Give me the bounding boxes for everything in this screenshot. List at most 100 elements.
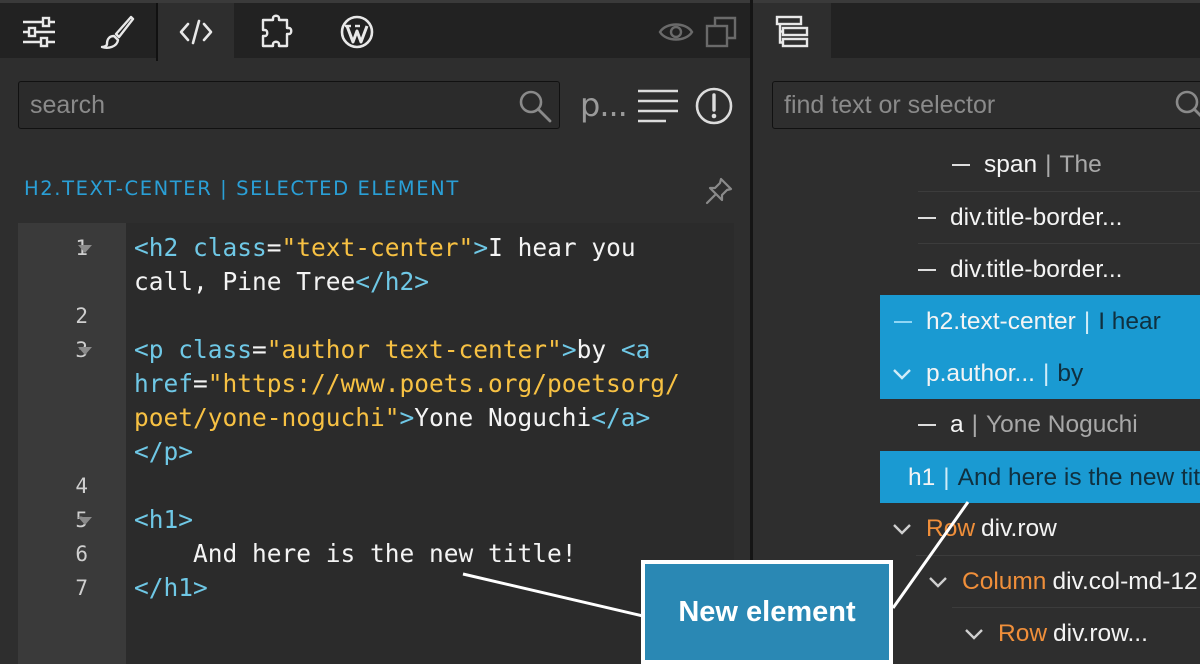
wordpress-icon [340, 15, 374, 49]
tab-settings[interactable] [0, 3, 78, 61]
tree-node-label: Row [998, 619, 1048, 647]
code-line: <p class="author text-center">by <a [134, 333, 650, 367]
annotation-callout: New element [641, 560, 893, 664]
line-number: 4 [75, 474, 88, 498]
code-editor[interactable]: 1 2 3 4 5 6 7 <h2 class="text-center">I … [18, 223, 734, 664]
code-line: poet/yone-noguchi">Yone Noguchi</a> [134, 401, 650, 435]
code-token: > [473, 233, 489, 262]
callout-text: New element [678, 595, 856, 628]
selected-element-label: H2.TEXT-CENTER | SELECTED ELEMENT [24, 177, 460, 200]
code-token: </a> [591, 403, 651, 432]
tree-node-selector: div.col-md-12 [1052, 567, 1198, 595]
code-token: class [178, 335, 253, 364]
code-token: = [193, 369, 208, 398]
tree-node-selector: a [950, 411, 964, 438]
right-toolbar [753, 0, 1200, 61]
chevron-down-icon[interactable] [964, 624, 984, 644]
separator: | [1083, 307, 1091, 335]
separator: | [1042, 359, 1050, 387]
tree-node-text: by [1057, 359, 1084, 387]
tree-node-selector: span [984, 151, 1038, 178]
code-token: </h1> [134, 573, 208, 602]
duplicate-button[interactable] [692, 3, 750, 61]
code-token: </h2> [355, 267, 430, 296]
fold-arrow-icon[interactable] [78, 245, 92, 253]
code-panel: p... H2.TEXT-CENTER | SELECTED ELEMENT 1… [0, 0, 750, 664]
tree-node[interactable]: Row div.row [880, 503, 1200, 555]
dash-icon [918, 268, 936, 271]
code-line: <h1> [134, 503, 193, 537]
line-number: 7 [75, 576, 88, 600]
code-token: </p> [134, 437, 194, 466]
search-icon[interactable] [517, 88, 553, 124]
paragraph-label: p... [580, 86, 628, 124]
tree-node-selected[interactable]: h2.text-center | I hear [880, 295, 1200, 347]
lines-icon[interactable] [636, 86, 680, 126]
tree-node-text: Yone Noguchi [986, 411, 1138, 438]
tree-node-text: And here is the new title! [957, 463, 1200, 491]
tree-node[interactable]: div.title-border... [918, 243, 1200, 295]
tree-node-selector: div.row [981, 515, 1057, 542]
code-icon [179, 19, 213, 45]
search-icon[interactable] [1173, 88, 1200, 124]
pin-icon[interactable] [704, 176, 734, 206]
tree-node[interactable]: a | Yone Noguchi [918, 399, 1200, 451]
find-box [772, 81, 1200, 129]
tree-node-text: I hear [1098, 307, 1161, 335]
tree-node-selector: h2.text-center [926, 307, 1076, 335]
tree-node[interactable]: div.title-border... [918, 191, 1200, 243]
tab-code[interactable] [156, 3, 234, 61]
tree-node-selected[interactable]: h1 | And here is the new title! [880, 451, 1200, 503]
tree-icon [775, 15, 809, 48]
fold-arrow-icon[interactable] [78, 347, 92, 355]
code-token: I hear you [488, 233, 636, 262]
code-token: "author text-center" [266, 335, 562, 364]
code-token: = [252, 335, 267, 364]
chevron-down-icon[interactable] [892, 519, 912, 539]
tab-tree[interactable] [753, 3, 831, 61]
alert-icon[interactable] [694, 86, 734, 126]
tree-node-label: Column [962, 567, 1047, 595]
code-token: = [266, 233, 282, 262]
tab-design[interactable] [78, 3, 156, 61]
code-token: <h1> [134, 505, 194, 534]
code-line: call, Pine Tree</h2> [134, 265, 429, 299]
chevron-down-icon[interactable] [892, 364, 912, 384]
paragraph-button[interactable]: p... [580, 82, 628, 128]
line-number: 2 [75, 304, 88, 328]
tab-wordpress[interactable] [318, 3, 396, 61]
tree-node-label: Row [926, 515, 976, 542]
tree-node-selector: div.title-border... [950, 255, 1123, 283]
find-input[interactable] [773, 82, 1163, 128]
tab-components[interactable] [238, 3, 316, 61]
fold-arrow-icon[interactable] [78, 517, 92, 525]
code-token: Yone Noguchi [414, 403, 592, 432]
dash-icon [894, 320, 912, 323]
code-line: And here is the new title! [134, 537, 577, 571]
code-line: <h2 class="text-center">I hear you [134, 231, 636, 265]
sliders-icon [23, 16, 55, 48]
tree-node-selector: p.author... [926, 359, 1035, 387]
code-token: call, Pine Tree [134, 267, 356, 296]
code-token: > [561, 335, 577, 364]
line-number: 6 [75, 542, 88, 566]
code-token: href [134, 369, 194, 398]
tree-node[interactable]: Column div.col-md-12 [916, 555, 1200, 607]
chevron-down-icon[interactable] [928, 572, 948, 592]
search-input[interactable] [19, 82, 509, 128]
tree-node[interactable]: span | The [952, 139, 1200, 191]
code-token: <a [620, 335, 651, 364]
code-token: > [399, 403, 415, 432]
code-line: href="https://www.poets.org/poetsorg/ [134, 367, 680, 401]
tree-node-selected[interactable]: p.author... | by [880, 347, 1200, 399]
copy-icon [705, 16, 737, 48]
separator: | [971, 411, 979, 438]
tree-node[interactable]: Row div.row... [952, 607, 1200, 659]
dash-icon [952, 164, 970, 166]
code-line: </h1> [134, 571, 208, 605]
tree-node-selector: div.row... [1053, 619, 1148, 647]
dash-icon [918, 216, 936, 219]
tree-node-selector: h1 [908, 463, 936, 491]
tree-node-selector: div.title-border... [950, 203, 1123, 231]
code-token: by [576, 335, 621, 364]
